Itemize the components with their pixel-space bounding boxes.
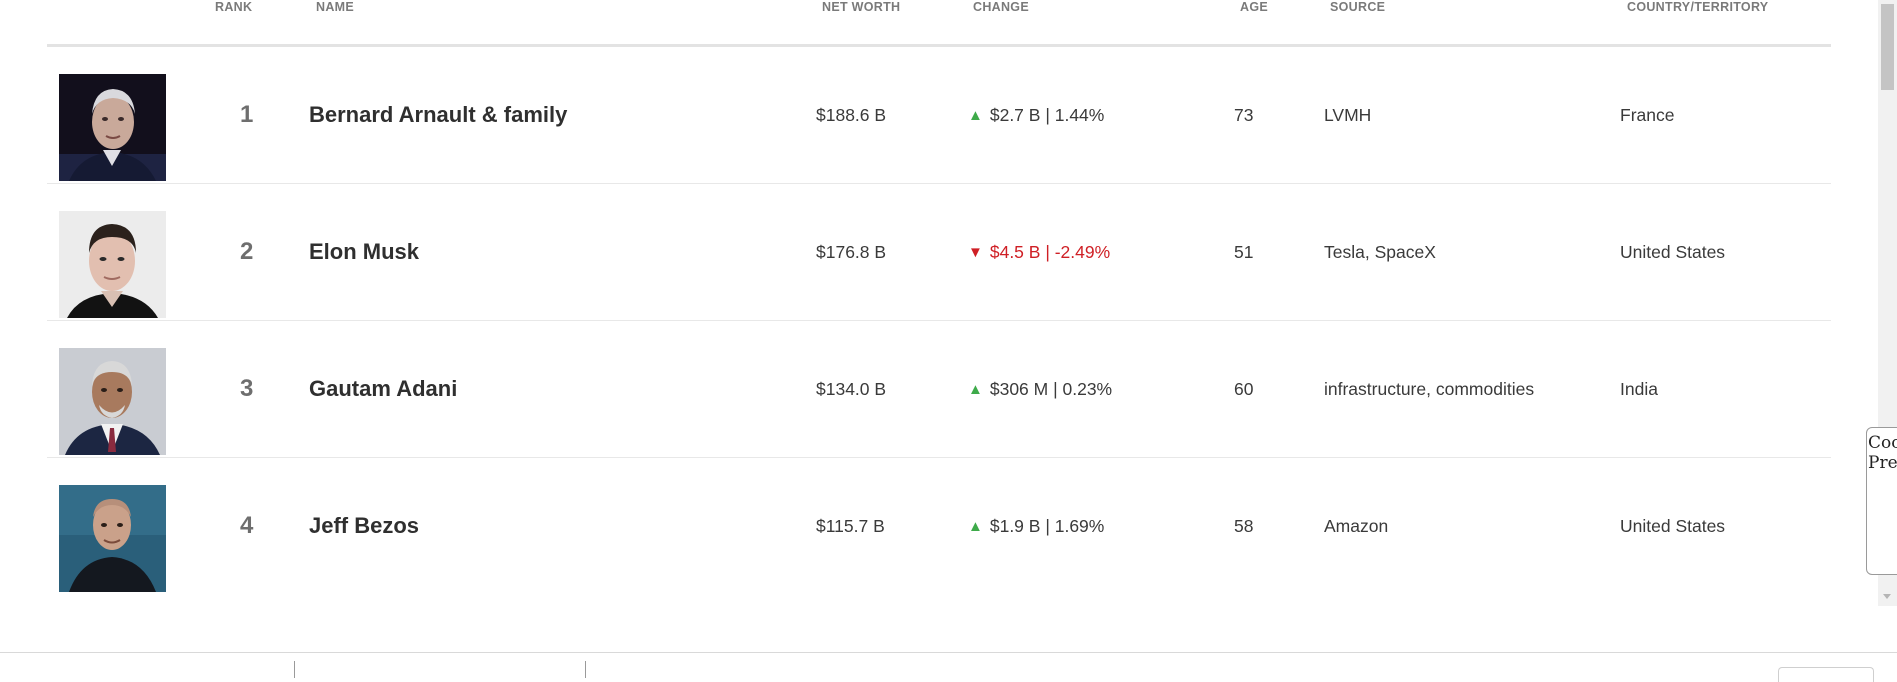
source-value: infrastructure, commodities <box>1324 378 1535 399</box>
age-value: 58 <box>1234 515 1254 536</box>
header-country[interactable]: COUNTRY/TERRITORY <box>1627 0 1768 14</box>
net-worth-value: $134.0 B <box>816 378 887 399</box>
footer-button[interactable] <box>1778 667 1874 682</box>
side-panel[interactable]: Coo Pre <box>1866 427 1897 575</box>
triangle-up-icon: ▲ <box>968 380 983 398</box>
table-row[interactable]: 1 Bernard Arnault & family $188.6 B ▲ $2.… <box>47 47 1831 184</box>
triangle-down-icon: ▼ <box>968 243 983 261</box>
avatar[interactable] <box>59 74 166 181</box>
footer-divider <box>585 661 586 678</box>
source-value: LVMH <box>1324 104 1372 125</box>
footer-divider <box>294 661 295 678</box>
side-panel-line: Coo <box>1868 433 1897 453</box>
country-value: United States <box>1620 515 1726 536</box>
country-value: France <box>1620 104 1675 125</box>
header-age[interactable]: AGE <box>1240 0 1268 14</box>
rank-value: 4 <box>240 512 254 539</box>
footer-bar <box>0 652 1897 682</box>
side-panel-line: Pre <box>1868 453 1897 473</box>
header-name[interactable]: NAME <box>316 0 354 14</box>
change-value: ▲ $1.9 B | 1.69% <box>968 515 1105 536</box>
header-net-worth[interactable]: NET WORTH <box>822 0 900 14</box>
country-value: United States <box>1620 241 1726 262</box>
change-value: ▲ $306 M | 0.23% <box>968 378 1113 399</box>
source-value: Tesla, SpaceX <box>1324 241 1436 262</box>
net-worth-value: $115.7 B <box>816 515 885 536</box>
person-name[interactable]: Gautam Adani <box>309 321 457 457</box>
rank-value: 1 <box>240 101 254 128</box>
age-value: 73 <box>1234 104 1254 125</box>
scrollbar-thumb[interactable] <box>1881 4 1894 90</box>
rank-value: 3 <box>240 375 254 402</box>
source-value: Amazon <box>1324 515 1389 536</box>
table-row[interactable]: 4 Jeff Bezos $115.7 B ▲ $1.9 B | 1.69% 58… <box>47 458 1831 594</box>
avatar[interactable] <box>59 348 166 455</box>
avatar[interactable] <box>59 485 166 592</box>
triangle-up-icon: ▲ <box>968 517 983 535</box>
age-value: 60 <box>1234 378 1254 399</box>
person-name[interactable]: Jeff Bezos <box>309 458 419 594</box>
table-header: RANK NAME NET WORTH CHANGE AGE SOURCE CO… <box>47 0 1831 47</box>
header-change[interactable]: CHANGE <box>973 0 1029 14</box>
change-value: ▼ $4.5 B | -2.49% <box>968 241 1111 262</box>
table-row[interactable]: 2 Elon Musk $176.8 B ▼ $4.5 B | -2.49% 51… <box>47 184 1831 321</box>
billionaires-table: RANK NAME NET WORTH CHANGE AGE SOURCE CO… <box>47 0 1831 594</box>
scroll-down-arrow-icon[interactable] <box>1883 594 1891 599</box>
header-source[interactable]: SOURCE <box>1330 0 1385 14</box>
person-name[interactable]: Elon Musk <box>309 184 419 320</box>
net-worth-value: $188.6 B <box>816 104 887 125</box>
change-value: ▲ $2.7 B | 1.44% <box>968 104 1105 125</box>
rank-value: 2 <box>240 238 254 265</box>
person-name[interactable]: Bernard Arnault & family <box>309 47 567 183</box>
country-value: India <box>1620 378 1658 399</box>
header-rank[interactable]: RANK <box>215 0 252 14</box>
net-worth-value: $176.8 B <box>816 241 887 262</box>
age-value: 51 <box>1234 241 1254 262</box>
table-row[interactable]: 3 Gautam Adani $134.0 B ▲ $306 M | 0.23% … <box>47 321 1831 458</box>
triangle-up-icon: ▲ <box>968 106 983 124</box>
avatar[interactable] <box>59 211 166 318</box>
